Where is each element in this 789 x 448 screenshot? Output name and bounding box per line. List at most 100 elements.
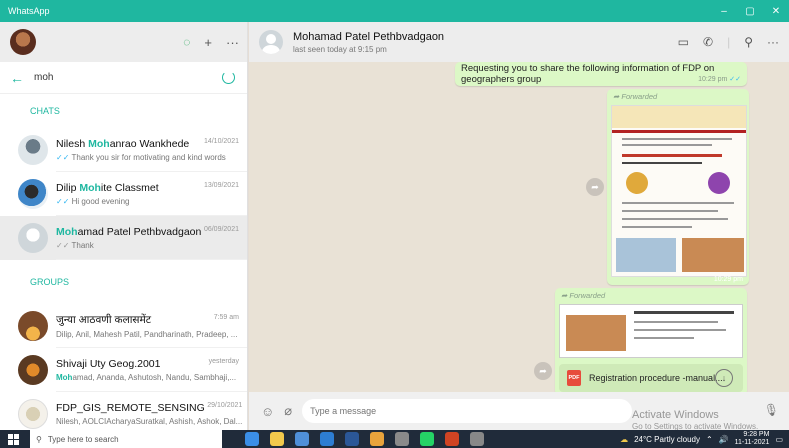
- paint-icon[interactable]: [395, 432, 409, 446]
- chat-text: Mohamad Patel Pethbvadgaon ✓✓ Thank 06/0…: [56, 216, 247, 260]
- whatsapp-window: WhatsApp – ▢ ✕ ◌ + ··· ← CHATS Nilesh Mo…: [0, 0, 789, 448]
- poster-photo-left: [616, 238, 676, 272]
- voice-call-icon[interactable]: ✆: [703, 35, 713, 49]
- contact-last-seen: last seen today at 9:15 pm: [293, 44, 387, 54]
- chat-preview: ✓✓ Hi good evening: [56, 196, 130, 206]
- file-explorer-icon[interactable]: [270, 432, 284, 446]
- settings-icon[interactable]: [470, 432, 484, 446]
- chat-avatar: [18, 223, 48, 253]
- chrome-icon[interactable]: [370, 432, 384, 446]
- poster-seal-right: [708, 172, 730, 194]
- search-icon[interactable]: ⚲: [744, 35, 753, 49]
- minimize-button[interactable]: –: [711, 0, 737, 22]
- watermark-subtitle: Go to Settings to activate Windows.: [632, 422, 759, 430]
- chat-item-nilesh[interactable]: Nilesh Mohanrao Wankhede ✓✓ Thank you si…: [0, 128, 247, 172]
- thumbnail-text-line: [634, 329, 726, 331]
- taskbar-apps: [245, 432, 484, 446]
- message-time: 10:29 pm ✓✓: [698, 76, 741, 83]
- close-button[interactable]: ✕: [763, 0, 789, 22]
- weather-icon: ☁: [620, 434, 629, 444]
- contact-name: Mohamad Patel Pethbvadgaon: [293, 30, 445, 43]
- fdp-poster-image[interactable]: [611, 105, 747, 277]
- search-bar: ←: [0, 62, 247, 94]
- volume-icon[interactable]: 🔊: [719, 435, 729, 444]
- attach-icon[interactable]: ⌀: [284, 403, 292, 419]
- emoji-icon[interactable]: ☺: [261, 404, 274, 419]
- forward-share-icon[interactable]: ➦: [534, 362, 552, 380]
- group-item-shivaji[interactable]: Shivaji Uty Geog.2001 Mohamad, Ananda, A…: [0, 348, 247, 392]
- search-icon: ⚲: [36, 434, 42, 444]
- message-list: Requesting you to share the following in…: [249, 62, 789, 420]
- store-icon[interactable]: [295, 432, 309, 446]
- conversation-header[interactable]: Mohamad Patel Pethbvadgaon last seen tod…: [249, 22, 789, 62]
- groups-section-label: GROUPS: [30, 277, 70, 287]
- group-preview: Nilesh, AOLCIAcharyaSuratkal, Ashish, As…: [56, 416, 243, 426]
- mail-icon[interactable]: [320, 432, 334, 446]
- thumbnail-text-line: [634, 337, 694, 339]
- forwarded-image-bubble[interactable]: ➦ Forwarded 10:29 pm: [607, 89, 749, 285]
- forwarded-label: ➦ Forwarded: [561, 291, 606, 300]
- poster-text-line: [622, 144, 712, 146]
- group-item-fdp[interactable]: FDP_GIS_REMOTE_SENSING Nilesh, AOLCIAcha…: [0, 392, 247, 430]
- chat-time: 06/09/2021: [203, 226, 239, 233]
- group-avatar: [18, 355, 48, 385]
- chat-item-dilip[interactable]: Dilip Mohite Classmet ✓✓ Hi good evening…: [0, 172, 247, 216]
- poster-text-line: [622, 162, 702, 164]
- powerpoint-icon[interactable]: [445, 432, 459, 446]
- search-input[interactable]: [34, 72, 184, 83]
- chat-item-mohamad[interactable]: Mohamad Patel Pethbvadgaon ✓✓ Thank 06/0…: [0, 216, 247, 260]
- clock[interactable]: 9:28 PM 11-11-2021: [735, 431, 770, 447]
- back-arrow-icon[interactable]: ←: [10, 70, 34, 86]
- group-avatar: [18, 399, 48, 429]
- chat-avatar: [18, 135, 48, 165]
- chat-text: Nilesh Mohanrao Wankhede ✓✓ Thank you si…: [56, 128, 247, 172]
- watermark-title: Activate Windows: [632, 409, 719, 421]
- poster-text-line: [622, 202, 734, 204]
- read-tick-icon: ✓✓: [56, 196, 70, 206]
- whatsapp-icon[interactable]: [420, 432, 434, 446]
- menu-icon[interactable]: ···: [226, 35, 239, 50]
- contact-avatar[interactable]: [259, 30, 283, 54]
- maximize-button[interactable]: ▢: [737, 0, 763, 22]
- document-name: Registration procedure -manual...: [589, 373, 723, 383]
- word-icon[interactable]: [345, 432, 359, 446]
- chat-preview: ✓✓ Thank you sir for motivating and kind…: [56, 152, 226, 162]
- chat-text: जुन्या आठवणी कलासमेंट Dilip, Anil, Mahes…: [56, 304, 247, 348]
- document-thumbnail[interactable]: [559, 304, 743, 358]
- divider: |: [727, 35, 731, 49]
- taskbar-search[interactable]: ⚲ Type here to search: [30, 430, 222, 448]
- windows-start-icon[interactable]: [4, 430, 22, 448]
- contact-info: Mohamad Patel Pethbvadgaon last seen tod…: [293, 31, 444, 54]
- document-row[interactable]: PDF Registration procedure -manual... ↓: [559, 364, 743, 392]
- menu-icon[interactable]: ···: [767, 35, 779, 49]
- conversation-pane: Mohamad Patel Pethbvadgaon last seen tod…: [249, 22, 789, 430]
- title-bar: WhatsApp – ▢ ✕: [0, 0, 789, 22]
- video-call-icon[interactable]: ▭: [678, 35, 689, 49]
- forwarded-document-bubble[interactable]: ➦ Forwarded PDF Registration procedure -…: [555, 288, 747, 396]
- forward-share-icon[interactable]: ➦: [586, 178, 604, 196]
- status-icon[interactable]: ◌: [183, 35, 190, 49]
- chat-preview: ✓✓ Thank: [56, 240, 94, 250]
- message-input[interactable]: [302, 399, 633, 423]
- poster-divider: [612, 130, 746, 133]
- chat-time: yesterday: [208, 358, 239, 365]
- tray-arrow-icon[interactable]: ⌃: [706, 435, 713, 444]
- read-tick-icon: ✓✓: [56, 152, 70, 162]
- profile-avatar[interactable]: [10, 29, 36, 55]
- chat-text: FDP_GIS_REMOTE_SENSING Nilesh, AOLCIAcha…: [56, 392, 247, 430]
- weather-text[interactable]: 24°C Partly cloudy: [634, 435, 700, 444]
- group-preview: Dilip, Anil, Mahesh Patil, Pandharinath,…: [56, 329, 238, 339]
- group-item-junya[interactable]: जुन्या आठवणी कलासमेंट Dilip, Anil, Mahes…: [0, 304, 247, 348]
- system-tray: ☁ 24°C Partly cloudy ⌃ 🔊 9:28 PM 11-11-2…: [620, 430, 783, 448]
- download-icon[interactable]: ↓: [715, 369, 733, 387]
- chats-section-label: CHATS: [30, 106, 60, 116]
- forwarded-label: ➦ Forwarded: [613, 92, 658, 101]
- new-chat-icon[interactable]: +: [204, 35, 212, 50]
- microphone-icon[interactable]: 🎙: [764, 403, 779, 417]
- group-preview: Mohamad, Ananda, Ashutosh, Nandu, Sambha…: [56, 372, 237, 382]
- edge-icon[interactable]: [245, 432, 259, 446]
- loading-spinner-icon: [222, 71, 235, 84]
- conversation-header-icons: ▭ ✆ | ⚲ ···: [678, 22, 779, 62]
- group-name: जुन्या आठवणी कलासमेंट: [56, 313, 152, 326]
- notification-icon[interactable]: ▭: [775, 435, 783, 444]
